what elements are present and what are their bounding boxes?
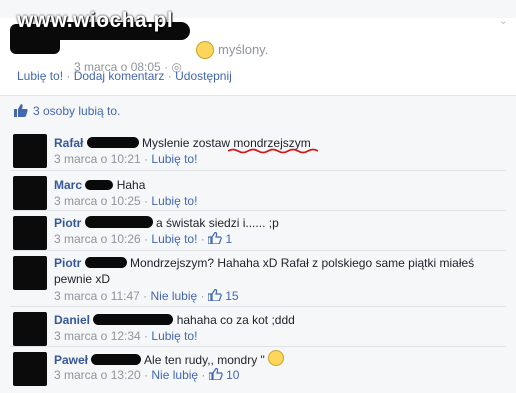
post-text: myślony. (218, 42, 269, 57)
chevron-down-icon[interactable]: ⌄ (499, 14, 508, 27)
thumbs-up-icon (208, 368, 223, 380)
comment-text-cont: pewnie xD (54, 272, 111, 286)
comment-like-button[interactable]: Lubię to! (151, 152, 197, 166)
censor-scribble (84, 216, 153, 228)
divider (10, 210, 506, 211)
post-actions: Lubię to! · Dodaj komentarz · Udostępnij (17, 69, 232, 83)
comments-list: Rafał Myslenie zostaw mondrzejszym 3 mar… (0, 126, 516, 393)
avatar[interactable] (13, 256, 47, 290)
like-post-button[interactable]: Lubię to! (17, 69, 63, 83)
comment-item: Rafał Myslenie zostaw mondrzejszym 3 mar… (0, 126, 516, 170)
avatar[interactable] (13, 176, 47, 210)
comment-timestamp[interactable]: 3 marca o 12:34 (54, 329, 141, 343)
comment-item: Piotr a świstak siedzi i...... ;p 3 marc… (0, 210, 516, 254)
divider (10, 346, 506, 347)
comment-like-button[interactable]: Lubię to! (151, 232, 197, 246)
comment-author[interactable]: Paweł (54, 353, 88, 367)
comment-like-count[interactable]: 15 (225, 289, 238, 303)
comment-author[interactable]: Daniel (54, 313, 90, 327)
add-comment-button[interactable]: Dodaj komentarz (74, 69, 165, 83)
spellcheck-underline (228, 148, 318, 154)
divider (10, 250, 506, 251)
censor-scribble (85, 180, 114, 190)
emoji-icon (196, 41, 214, 59)
grin-emoji-icon (268, 350, 285, 366)
comment-like-button[interactable]: Lubię to! (151, 329, 197, 343)
comment-text: Mondrzejszym? Hahaha xD Rafał z polskieg… (130, 256, 475, 270)
censor-scribble (84, 257, 127, 268)
comment-item: Piotr Mondrzejszym? Hahaha xD Rafał z po… (0, 250, 516, 308)
comment-item: Daniel hahaha co za kot ;ddd 3 marca o 1… (0, 306, 516, 348)
avatar[interactable] (13, 352, 47, 386)
likes-count-link[interactable]: 3 osoby lubią to. (33, 104, 120, 118)
comment-like-count[interactable]: 10 (226, 368, 239, 382)
avatar[interactable] (13, 312, 47, 346)
censor-scribble (93, 314, 174, 325)
comment-author[interactable]: Piotr (54, 216, 81, 230)
likes-summary: 3 osoby lubią to. (0, 95, 516, 127)
comment-item: Marc Haha 3 marca o 10:25 · Lubię to! (0, 170, 516, 210)
comment-unlike-button[interactable]: Nie lubię (151, 289, 198, 303)
thumbs-up-icon (208, 232, 222, 244)
comment-text: hahaha co za kot ;ddd (176, 313, 295, 327)
avatar[interactable] (13, 134, 47, 168)
comment-author[interactable]: Rafał (54, 136, 83, 150)
comment-timestamp[interactable]: 3 marca o 13:20 (54, 368, 141, 382)
comment-text: Haha (116, 178, 146, 192)
comment-like-button[interactable]: Lubię to! (151, 194, 197, 208)
comment-text: Ale ten rudy,, mondry " (144, 353, 265, 367)
thumbs-up-icon (207, 289, 222, 301)
comment-timestamp[interactable]: 3 marca o 10:21 (54, 152, 141, 166)
share-button[interactable]: Udostępnij (175, 69, 232, 83)
thumbs-up-icon (14, 104, 28, 117)
comment-item: Paweł Ale ten rudy,, mondry " 3 marca o … (0, 346, 516, 393)
comment-timestamp[interactable]: 3 marca o 10:25 (54, 194, 141, 208)
watermark-logo: www.wiocha.pl (17, 9, 174, 32)
comment-author[interactable]: Piotr (54, 256, 81, 270)
comment-timestamp[interactable]: 3 marca o 10:26 (54, 232, 141, 246)
comment-author[interactable]: Marc (54, 178, 82, 192)
censor-scribble (86, 137, 139, 148)
divider (10, 170, 506, 171)
avatar[interactable] (13, 216, 47, 250)
divider (10, 306, 506, 307)
comment-unlike-button[interactable]: Nie lubię (151, 368, 198, 382)
censor-scribble (91, 354, 142, 365)
comment-timestamp[interactable]: 3 marca o 11:47 (54, 289, 140, 303)
comment-like-count[interactable]: 1 (225, 232, 232, 246)
comment-text: a świstak siedzi i...... ;p (156, 216, 279, 230)
